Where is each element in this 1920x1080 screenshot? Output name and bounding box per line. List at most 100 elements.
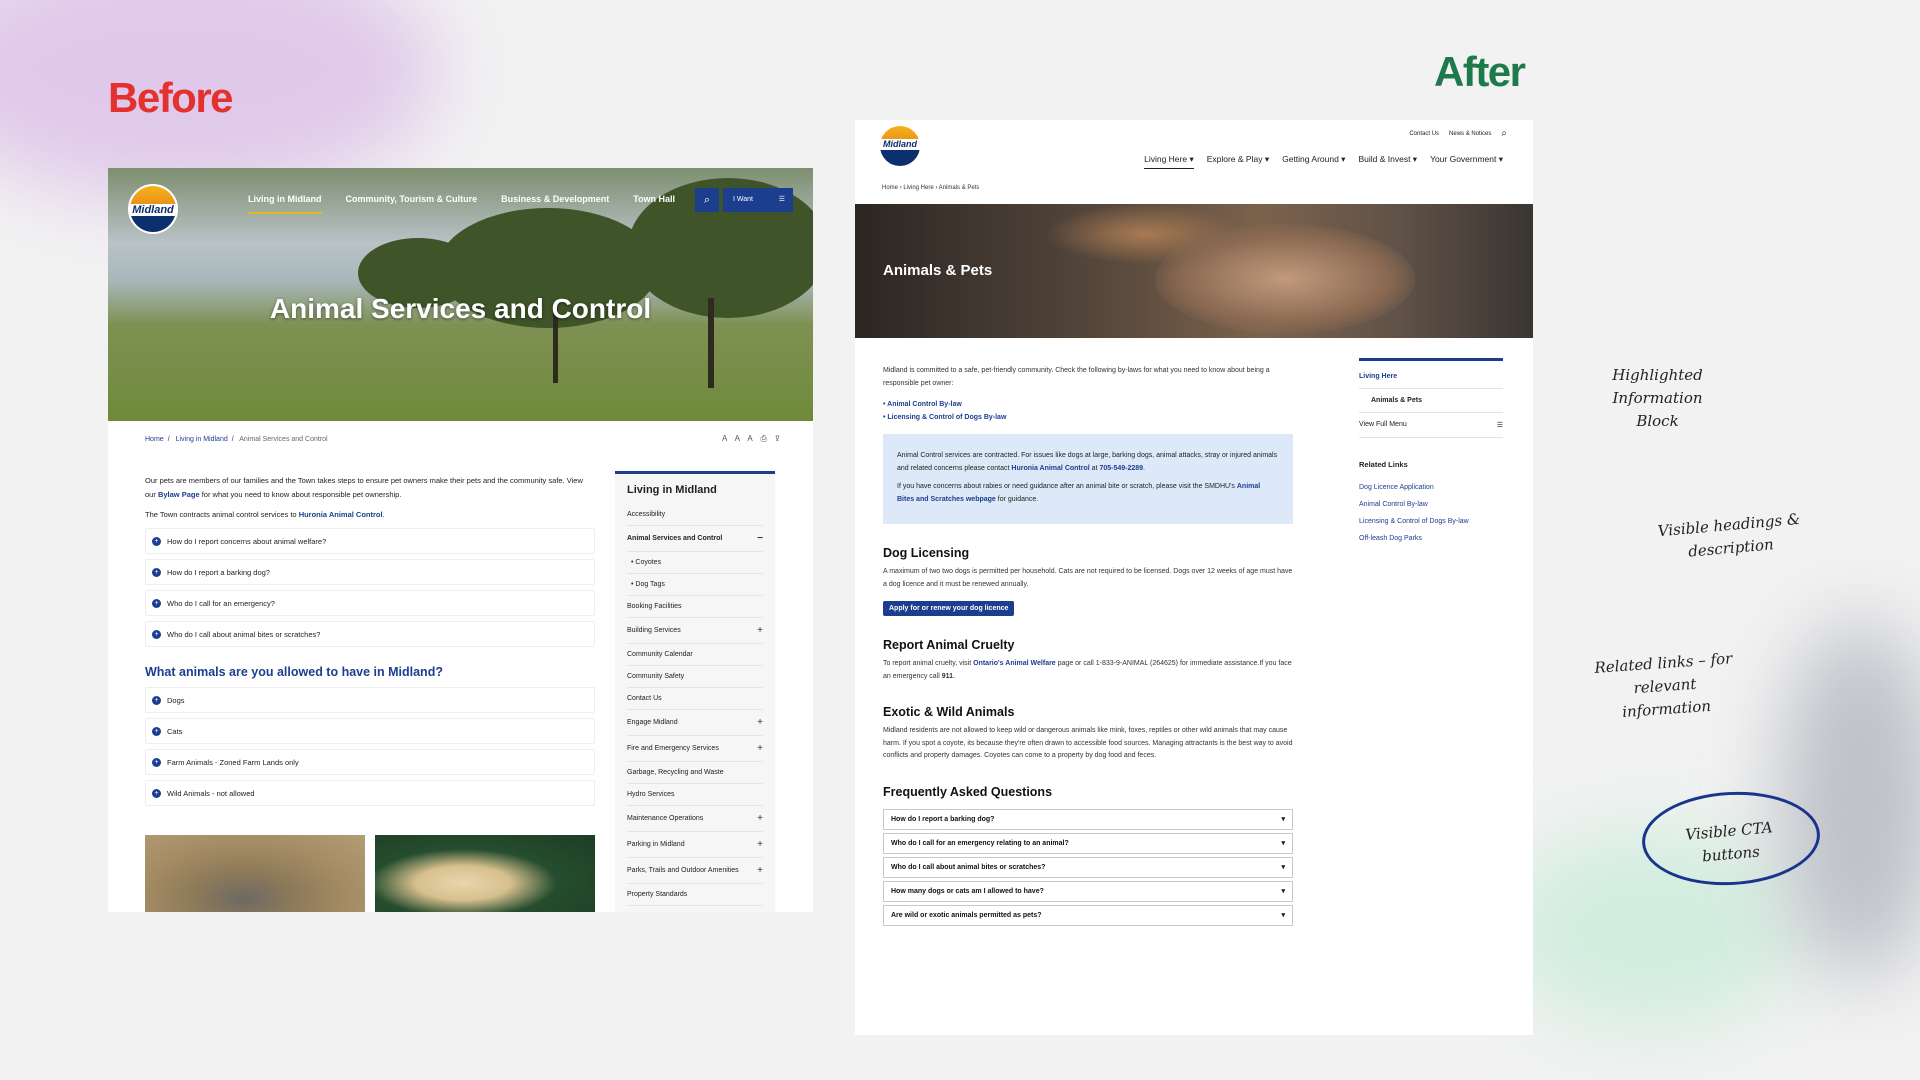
- sidebar-item[interactable]: Building Services +: [627, 618, 763, 644]
- faq-item[interactable]: How many dogs or cats am I allowed to ha…: [883, 880, 1293, 902]
- animal-accordion-item[interactable]: + Cats: [145, 718, 595, 744]
- breadcrumb-home[interactable]: Home: [145, 436, 164, 443]
- midland-logo[interactable]: Midland: [128, 184, 178, 234]
- before-main-content: Our pets are members of our families and…: [145, 474, 595, 811]
- phone-link[interactable]: 705-549-2289: [1099, 465, 1143, 472]
- sidebar-item-active[interactable]: Animal Services and Control −: [627, 526, 763, 552]
- view-full-menu[interactable]: View Full Menu ☰: [1359, 413, 1503, 438]
- nav-business[interactable]: Business & Development: [501, 194, 609, 214]
- nav-living[interactable]: Living in Midland: [248, 194, 322, 214]
- before-main-nav: Living in Midland Community, Tourism & C…: [248, 194, 675, 214]
- minus-icon: −: [757, 533, 763, 544]
- after-hero-title: Animals & Pets: [883, 262, 993, 279]
- sidebar-parent-link[interactable]: Living Here: [1359, 358, 1503, 389]
- plus-icon: +: [152, 788, 161, 798]
- faq-item[interactable]: How do I report a barking dog? ▾: [883, 808, 1293, 830]
- sidebar-item[interactable]: Property Standards: [627, 884, 763, 906]
- sidebar-subitem[interactable]: • Dog Tags: [627, 574, 763, 596]
- nav-townhall[interactable]: Town Hall: [633, 194, 675, 214]
- faq-item[interactable]: Who do I call for an emergency relating …: [883, 832, 1293, 854]
- plus-icon: +: [757, 625, 763, 636]
- breadcrumb: Home / Living in Midland / Animal Services…: [145, 436, 328, 443]
- sidebar-item[interactable]: Garbage, Recycling and Waste: [627, 762, 763, 784]
- nav-government[interactable]: Your Government ▾: [1430, 154, 1503, 169]
- chevron-down-icon: ▾: [1281, 864, 1285, 871]
- after-main-content: Midland is committed to a safe, pet-frie…: [883, 365, 1293, 929]
- nav-build[interactable]: Build & Invest ▾: [1358, 154, 1417, 169]
- animal-accordion-item[interactable]: + Dogs: [145, 687, 595, 713]
- nav-community[interactable]: Community, Tourism & Culture: [346, 194, 478, 214]
- huronia-link[interactable]: Huronia Animal Control: [1011, 465, 1089, 472]
- midland-logo[interactable]: Midland: [880, 126, 920, 166]
- search-icon[interactable]: ⌕: [695, 188, 719, 212]
- i-want-button[interactable]: I Want ☰: [723, 188, 793, 212]
- nav-getting-around[interactable]: Getting Around ▾: [1282, 154, 1345, 169]
- dog-licensing-text: A maximum of two two dogs is permitted p…: [883, 568, 1293, 588]
- bylaw-link[interactable]: Bylaw Page: [158, 490, 200, 499]
- plus-icon: +: [757, 717, 763, 728]
- cruelty-heading: Report Animal Cruelty: [883, 638, 1015, 652]
- annotation-headings: Visible headings & description: [1657, 509, 1801, 561]
- plus-icon: +: [152, 629, 161, 639]
- info-block: Animal Control services are contracted. …: [883, 434, 1293, 524]
- related-link[interactable]: Licensing & Control of Dogs By-law: [1359, 513, 1503, 530]
- nav-explore[interactable]: Explore & Play ▾: [1207, 154, 1269, 169]
- dog-licence-button[interactable]: Apply for or renew your dog licence: [883, 601, 1015, 616]
- faq-item[interactable]: Who do I call about animal bites or scra…: [883, 856, 1293, 878]
- sidebar-item[interactable]: Fire and Emergency Services +: [627, 736, 763, 762]
- sidebar-item[interactable]: Hydro Services: [627, 784, 763, 806]
- animal-images: [145, 835, 595, 912]
- faq-accordion-item[interactable]: + How do I report concerns about animal w…: [145, 528, 595, 554]
- sidebar-subitem[interactable]: • Coyotes: [627, 552, 763, 574]
- nav-living-here[interactable]: Living Here ▾: [1144, 154, 1194, 169]
- news-link[interactable]: News & Notices: [1449, 131, 1491, 137]
- breadcrumb-parent[interactable]: Living in Midland: [176, 436, 228, 443]
- after-label: After: [1434, 48, 1526, 95]
- contract-paragraph: The Town contracts animal control servic…: [145, 510, 385, 519]
- sidebar-item[interactable]: Parks, Trails and Outdoor Amenities +: [627, 858, 763, 884]
- related-link[interactable]: Dog Licence Application: [1359, 479, 1503, 496]
- related-links-heading: Related Links: [1359, 460, 1408, 469]
- faq-accordion-item[interactable]: + How do I report a barking dog?: [145, 559, 595, 585]
- chevron-down-icon: ▾: [1281, 912, 1285, 919]
- chevron-down-icon: ▾: [1281, 888, 1285, 895]
- search-icon[interactable]: ⌕: [1501, 128, 1507, 139]
- animal-welfare-link[interactable]: Ontario's Animal Welfare: [973, 660, 1056, 667]
- sidebar-item[interactable]: Contact Us: [627, 688, 763, 710]
- sidebar-item[interactable]: Engage Midland +: [627, 710, 763, 736]
- related-link[interactable]: Off-leash Dog Parks: [1359, 530, 1503, 547]
- after-hero: Animals & Pets: [855, 204, 1533, 338]
- sidebar-item[interactable]: Accessibility: [627, 504, 763, 526]
- contact-us-link[interactable]: Contact Us: [1409, 131, 1439, 137]
- plus-icon: +: [152, 567, 161, 577]
- sidebar-item[interactable]: Community Safety: [627, 666, 763, 688]
- faq-item[interactable]: Are wild or exotic animals permitted as …: [883, 904, 1293, 926]
- plus-icon: +: [152, 695, 161, 705]
- dog-bylaw-link[interactable]: • Licensing & Control of Dogs By-law: [883, 411, 1293, 424]
- related-link[interactable]: Animal Control By-law: [1359, 496, 1503, 513]
- huronia-link[interactable]: Huronia Animal Control: [299, 510, 383, 519]
- hand-shape: [1155, 224, 1415, 334]
- sidebar-title: Living in Midland: [627, 484, 717, 496]
- breadcrumb[interactable]: Home › Living Here › Animals & Pets: [882, 185, 979, 191]
- annotation-highlighted: Highlighted Information Block: [1612, 366, 1703, 430]
- sidebar-current-item[interactable]: Animals & Pets: [1359, 389, 1503, 413]
- plus-icon: +: [757, 865, 763, 876]
- animal-control-bylaw-link[interactable]: • Animal Control By-law: [883, 398, 1293, 411]
- plus-icon: +: [757, 743, 763, 754]
- faq-accordion-item[interactable]: + Who do I call about animal bites or scr…: [145, 621, 595, 647]
- sidebar-item[interactable]: Booking Facilities: [627, 596, 763, 618]
- chevron-down-icon: ▾: [1281, 816, 1285, 823]
- sidebar-item[interactable]: Parking in Midland +: [627, 832, 763, 858]
- animal-accordion-item[interactable]: + Farm Animals - Zoned Farm Lands only: [145, 749, 595, 775]
- before-page: Midland Living in Midland Community, Tou…: [108, 168, 813, 912]
- annotation-related: Related links – for relevant information: [1593, 649, 1733, 722]
- bylaw-links: • Animal Control By-law • Licensing & Co…: [883, 398, 1293, 424]
- sidebar-item[interactable]: Community Calendar: [627, 644, 763, 666]
- sidebar-item[interactable]: Maintenance Operations +: [627, 806, 763, 832]
- text-size-tools[interactable]: A A A ⎙ ⇪: [722, 434, 783, 444]
- after-sidebar: Living Here Animals & Pets View Full Men…: [1359, 358, 1503, 547]
- faq-accordion-item[interactable]: + Who do I call for an emergency?: [145, 590, 595, 616]
- plus-icon: +: [152, 598, 161, 608]
- animal-accordion-item[interactable]: + Wild Animals - not allowed: [145, 780, 595, 806]
